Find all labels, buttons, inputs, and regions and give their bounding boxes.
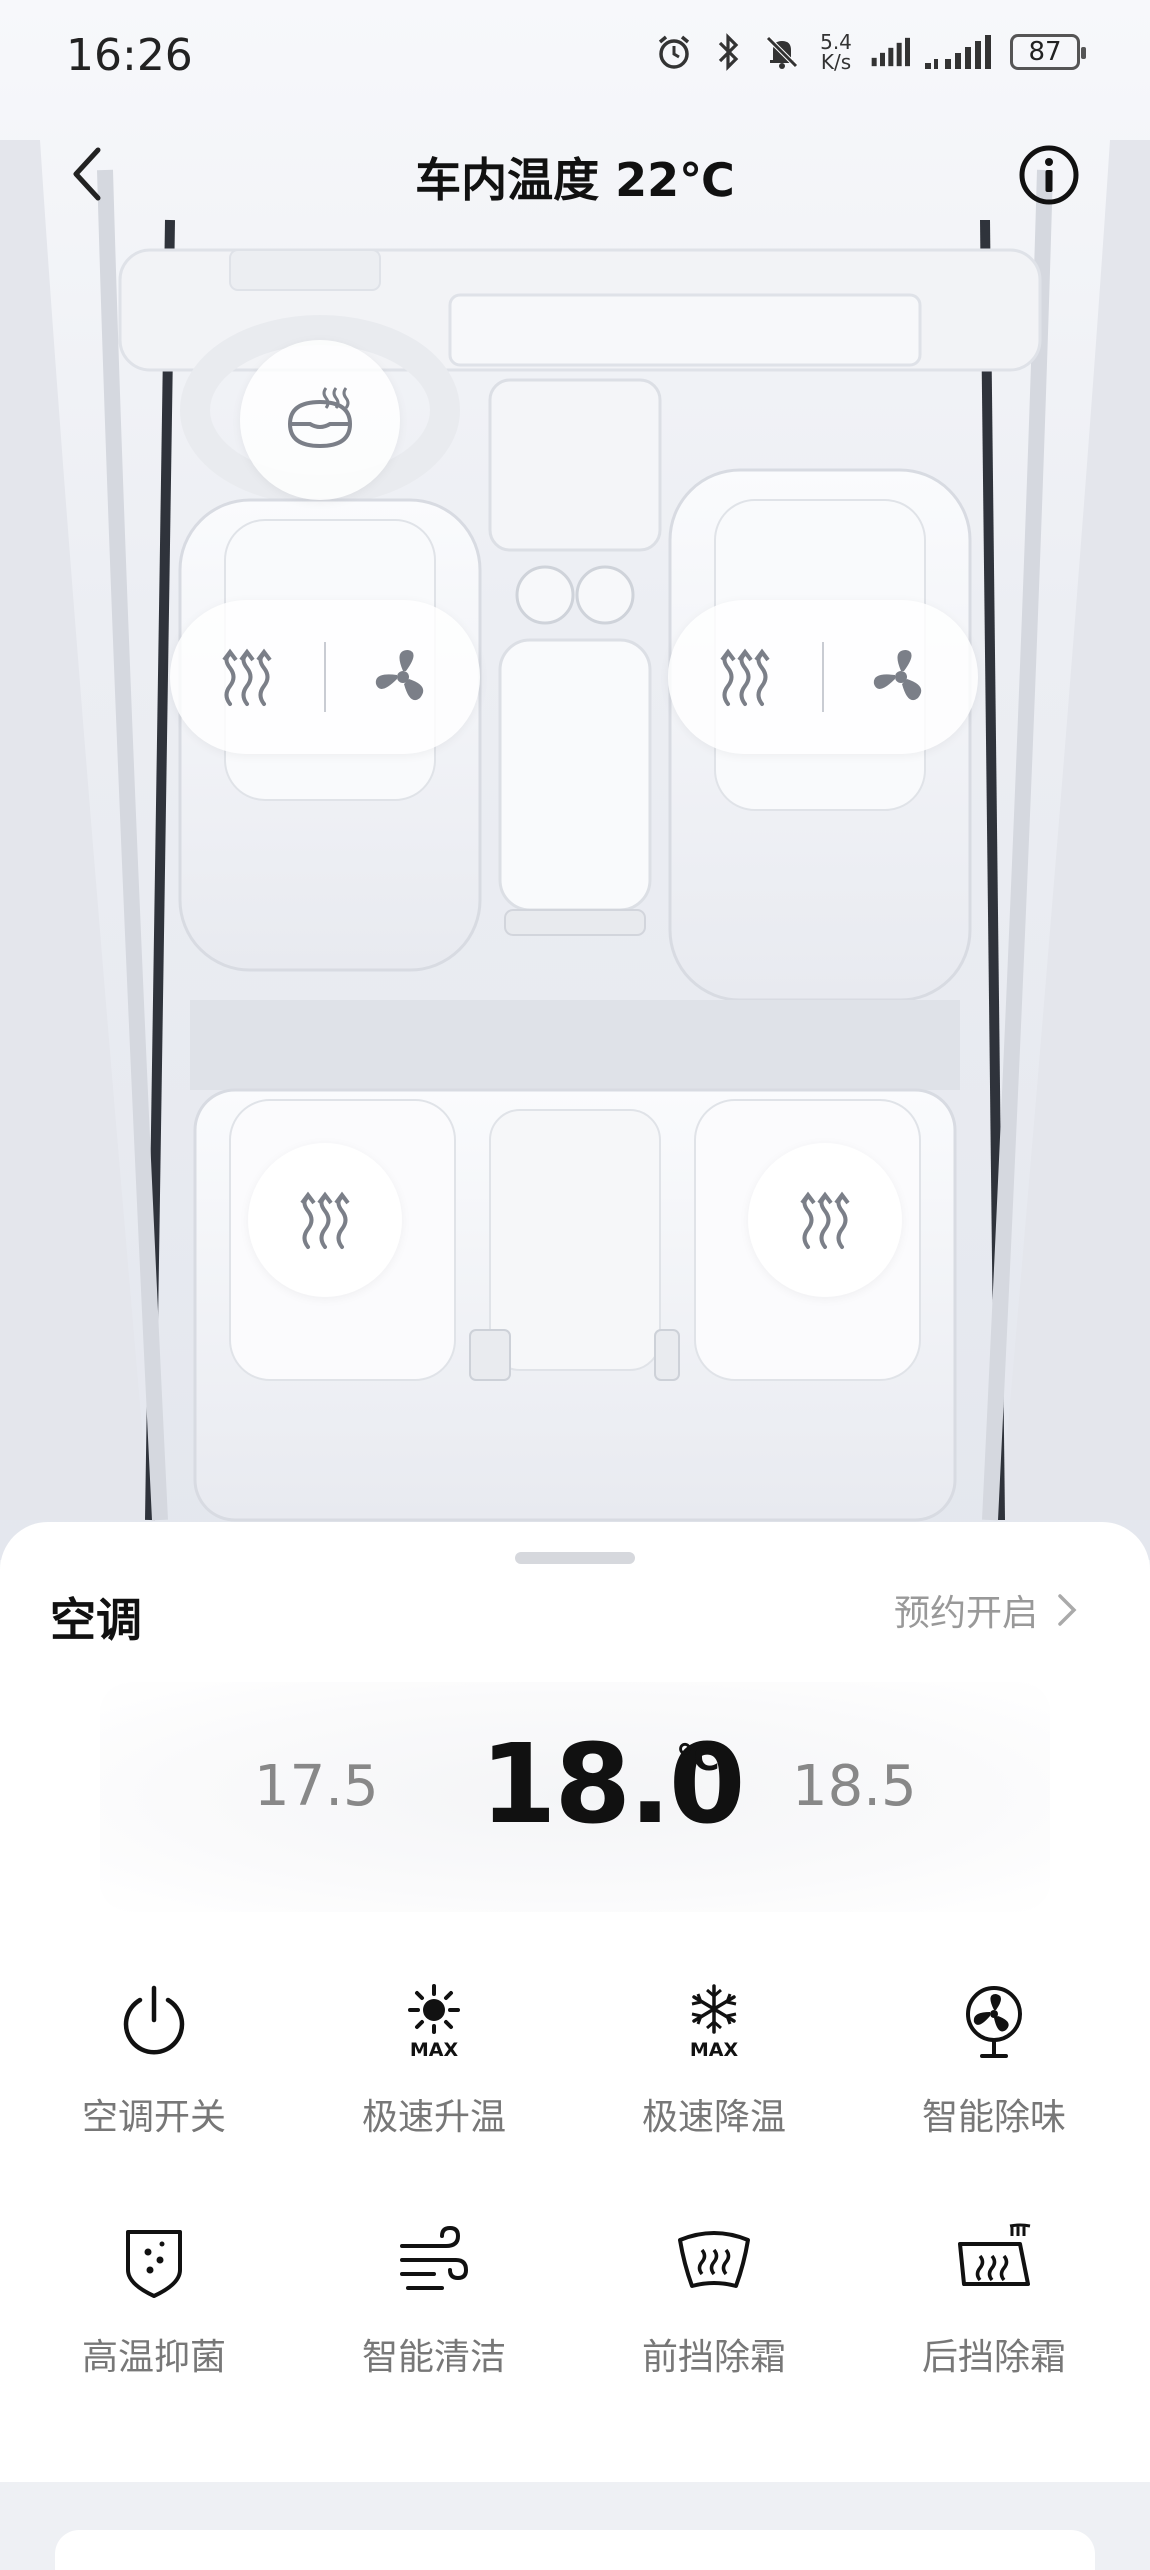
svg-text:MAX: MAX [410,2039,459,2061]
temp-option-lower[interactable]: 17.5 [254,1754,379,1819]
smart-deodorize-button[interactable]: 智能除味 [854,1982,1134,2182]
bluetooth-icon [708,32,748,72]
battery-indicator: 87 [1010,34,1086,70]
control-label: 极速降温 [641,2097,786,2138]
climate-sheet: 空调 预约开启 17.5 18.0 ℃ 18.5 空调开关 MAX 极速升温 M… [0,1522,1150,2482]
status-bar: 16:26 5.4 K/s 87 [0,0,1150,116]
schedule-button[interactable]: 预约开启 [894,1584,1078,1636]
control-label: 后挡除霜 [921,2337,1066,2378]
snowflake-max-icon: MAX [690,1984,739,2061]
chevron-right-icon [1058,1594,1077,1626]
car-interior-illustration [0,140,1150,1522]
sun-max-icon: MAX [408,1984,460,2061]
ac-power-button[interactable]: 空调开关 [14,1982,294,2182]
sheet-drag-handle[interactable] [515,1552,635,1564]
control-label: 前挡除霜 [641,2337,786,2378]
driver-seat-ventilation-button[interactable] [326,600,480,754]
wind-icon [400,2225,469,2290]
rear-left-seat-heat-button[interactable] [248,1143,402,1297]
front-defrost-button[interactable]: 前挡除霜 [574,2222,854,2422]
car-view: 16:26 5.4 K/s 87 车内温度 22℃ [0,0,1150,1560]
seat-heat-icon [222,648,272,706]
section-title: 空调 [50,1593,142,1647]
shield-icon [126,2230,182,2298]
info-button[interactable] [1018,144,1080,206]
info-icon [1019,145,1079,205]
nav-bar: 车内温度 22℃ [0,130,1150,220]
rear-defrost-icon [958,2223,1031,2286]
passenger-seat-ventilation-button[interactable] [824,600,978,754]
temp-option-higher[interactable]: 18.5 [792,1754,917,1819]
svg-text:MAX: MAX [690,2039,739,2061]
control-label: 极速升温 [361,2097,506,2138]
control-label: 空调开关 [81,2097,226,2138]
signal-icon [870,32,910,72]
alarm-icon [654,32,694,72]
rear-defrost-button[interactable]: 后挡除霜 [854,2222,1134,2422]
seat-heat-icon [300,1191,350,1249]
signal-2-icon [924,32,996,72]
fan-icon [375,650,424,701]
driver-seat-controls [170,600,480,754]
next-card-peek [55,2530,1095,2570]
quick-cool-button[interactable]: MAX 极速降温 [574,1982,854,2182]
smart-clean-button[interactable]: 智能清洁 [294,2222,574,2422]
rear-right-seat-heat-button[interactable] [748,1143,902,1297]
passenger-seat-heat-button[interactable] [668,600,822,754]
schedule-label: 预约开启 [893,1593,1038,1634]
seat-heat-icon [800,1191,850,1249]
status-icons: 5.4 K/s 87 [654,30,1086,74]
quick-heat-button[interactable]: MAX 极速升温 [294,1982,574,2182]
control-label: 智能清洁 [361,2337,506,2378]
temp-unit: ℃ [676,1738,720,1779]
power-icon [123,1985,185,2055]
control-label: 智能除味 [921,2097,1066,2138]
driver-seat-heat-button[interactable] [170,600,324,754]
front-defrost-icon [678,2231,750,2288]
steering-wheel-heat-button[interactable] [240,340,400,500]
status-time: 16:26 [66,30,193,81]
high-temp-sterilize-button[interactable]: 高温抑菌 [14,2222,294,2422]
passenger-seat-controls [668,600,978,754]
mute-bell-icon [762,32,802,72]
fan-icon [873,650,922,701]
control-label: 高温抑菌 [81,2337,226,2378]
seat-heat-icon [720,648,770,706]
net-speed: 5.4 K/s [820,30,852,74]
steering-heat-icon [287,387,353,449]
page-title: 车内温度 22℃ [415,153,735,207]
fan-icon [966,1986,1022,2058]
